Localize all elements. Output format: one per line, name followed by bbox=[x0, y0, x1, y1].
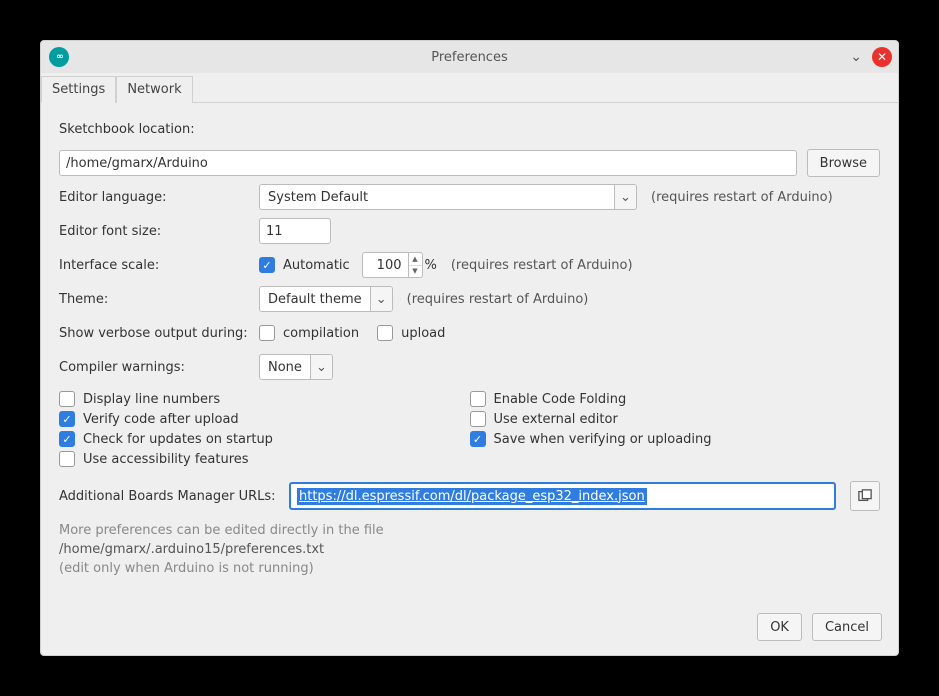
accessibility-label: Use accessibility features bbox=[83, 452, 249, 467]
compilation-label: compilation bbox=[283, 326, 359, 341]
preferences-window: ∞ Preferences ⌄ ✕ Settings Network Sketc… bbox=[40, 40, 899, 656]
code-folding-label: Enable Code Folding bbox=[494, 392, 627, 407]
automatic-checkbox[interactable] bbox=[259, 257, 275, 273]
external-editor-label: Use external editor bbox=[494, 412, 618, 427]
verify-checkbox[interactable] bbox=[59, 411, 75, 427]
browse-button[interactable]: Browse bbox=[807, 149, 880, 177]
code-folding-checkbox[interactable] bbox=[470, 391, 486, 407]
external-editor-checkbox[interactable] bbox=[470, 411, 486, 427]
editor-language-label: Editor language: bbox=[59, 190, 259, 205]
footnote-line1: More preferences can be edited directly … bbox=[59, 523, 880, 538]
theme-label: Theme: bbox=[59, 292, 259, 307]
scale-spinner[interactable]: 100 ▲▼ bbox=[362, 252, 423, 278]
compiler-warnings-label: Compiler warnings: bbox=[59, 360, 259, 375]
compiler-warnings-select[interactable]: None ⌄ bbox=[259, 354, 333, 380]
line-numbers-label: Display line numbers bbox=[83, 392, 220, 407]
tabs: Settings Network bbox=[41, 73, 898, 103]
footnote: More preferences can be edited directly … bbox=[59, 523, 880, 576]
window-title: Preferences bbox=[431, 50, 507, 65]
boards-urls-label: Additional Boards Manager URLs: bbox=[59, 489, 289, 504]
titlebar: ∞ Preferences ⌄ ✕ bbox=[41, 41, 898, 73]
percent-label: % bbox=[425, 258, 437, 273]
tab-settings[interactable]: Settings bbox=[41, 76, 116, 103]
boards-urls-value: https://dl.espressif.com/dl/package_esp3… bbox=[297, 488, 647, 505]
scale-note: (requires restart of Arduino) bbox=[451, 258, 633, 273]
settings-panel: Sketchbook location: Browse Editor langu… bbox=[41, 103, 898, 603]
close-icon[interactable]: ✕ bbox=[872, 47, 892, 67]
sketchbook-path-input[interactable] bbox=[59, 150, 797, 176]
chevron-down-icon[interactable]: ⌄ bbox=[370, 287, 392, 311]
minimize-icon[interactable]: ⌄ bbox=[846, 49, 866, 65]
ok-button[interactable]: OK bbox=[757, 613, 802, 641]
save-verify-checkbox[interactable] bbox=[470, 431, 486, 447]
arduino-icon: ∞ bbox=[49, 47, 69, 67]
font-size-label: Editor font size: bbox=[59, 224, 259, 239]
tab-network[interactable]: Network bbox=[116, 76, 192, 103]
footnote-line2: (edit only when Arduino is not running) bbox=[59, 561, 880, 576]
accessibility-checkbox[interactable] bbox=[59, 451, 75, 467]
save-verify-label: Save when verifying or uploading bbox=[494, 432, 712, 447]
updates-checkbox[interactable] bbox=[59, 431, 75, 447]
upload-checkbox[interactable] bbox=[377, 325, 393, 341]
boards-urls-input[interactable]: https://dl.espressif.com/dl/package_esp3… bbox=[289, 482, 836, 510]
editor-language-note: (requires restart of Arduino) bbox=[651, 190, 833, 205]
spinner-arrows-icon[interactable]: ▲▼ bbox=[408, 253, 422, 277]
font-size-input[interactable] bbox=[259, 218, 331, 244]
open-urls-dialog-button[interactable] bbox=[850, 481, 880, 511]
upload-label: upload bbox=[401, 326, 445, 341]
chevron-down-icon[interactable]: ⌄ bbox=[310, 355, 332, 379]
verbose-label: Show verbose output during: bbox=[59, 326, 259, 341]
editor-language-select[interactable]: System Default ⌄ bbox=[259, 184, 637, 210]
interface-scale-label: Interface scale: bbox=[59, 258, 259, 273]
theme-select[interactable]: Default theme ⌄ bbox=[259, 286, 393, 312]
line-numbers-checkbox[interactable] bbox=[59, 391, 75, 407]
cancel-button[interactable]: Cancel bbox=[812, 613, 882, 641]
chevron-down-icon[interactable]: ⌄ bbox=[614, 185, 636, 209]
window-icon bbox=[858, 489, 872, 503]
verify-label: Verify code after upload bbox=[83, 412, 239, 427]
updates-label: Check for updates on startup bbox=[83, 432, 273, 447]
dialog-footer: OK Cancel bbox=[41, 603, 898, 655]
theme-note: (requires restart of Arduino) bbox=[407, 292, 589, 307]
automatic-label: Automatic bbox=[283, 258, 350, 273]
compilation-checkbox[interactable] bbox=[259, 325, 275, 341]
sketchbook-label: Sketchbook location: bbox=[59, 122, 195, 137]
preferences-file-path: /home/gmarx/.arduino15/preferences.txt bbox=[59, 542, 880, 557]
